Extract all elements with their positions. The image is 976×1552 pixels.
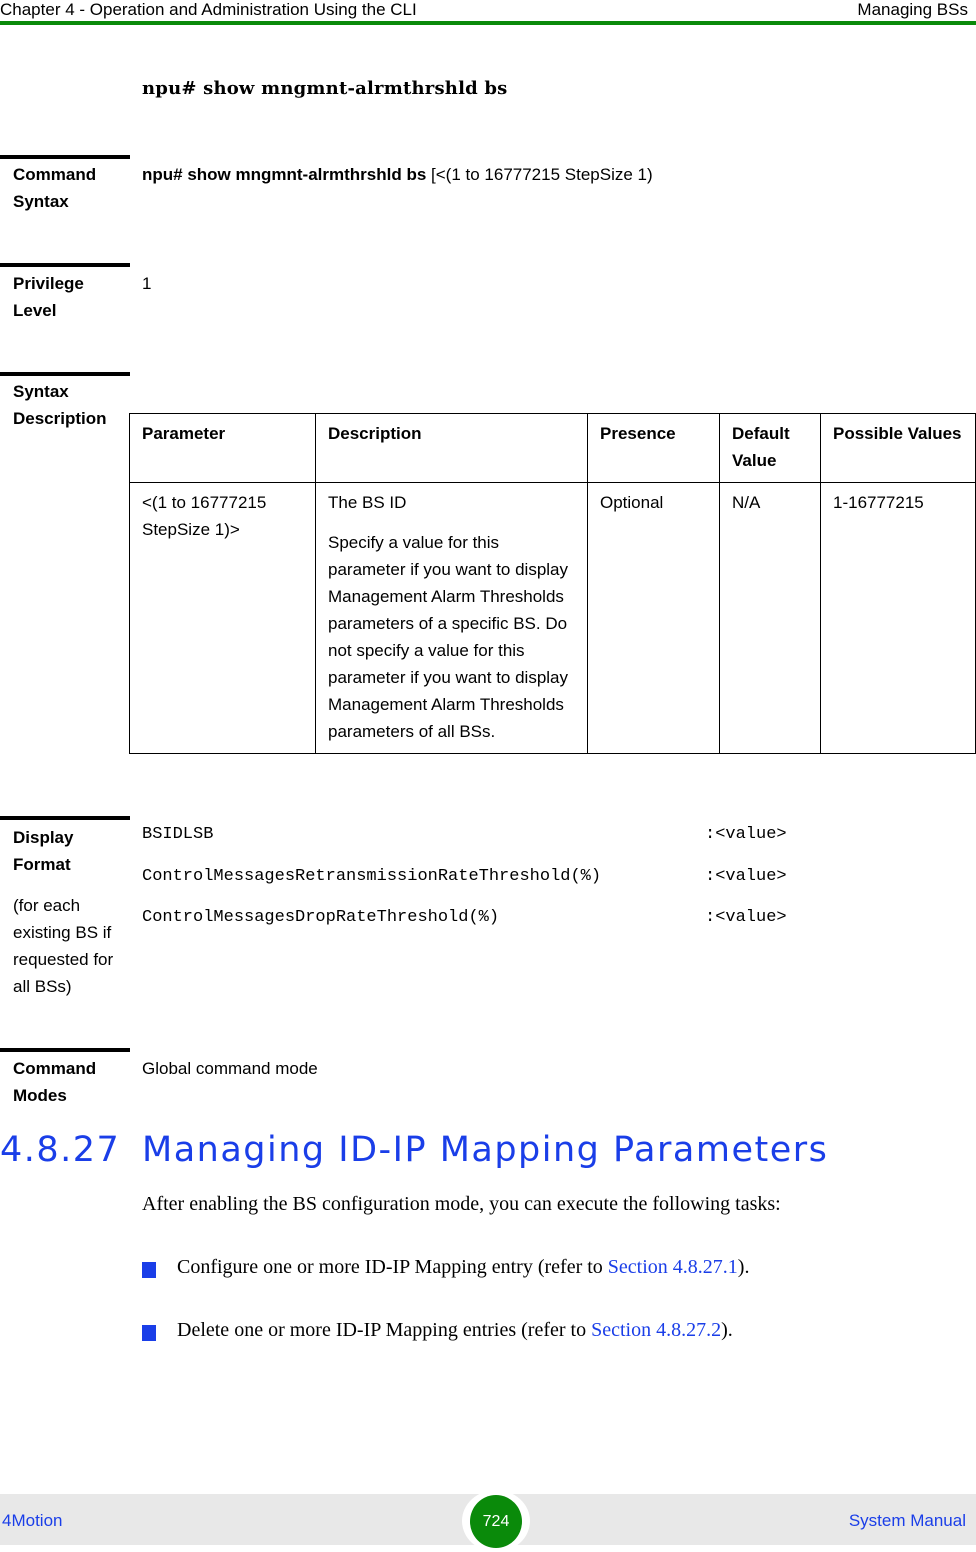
header-divider bbox=[0, 21, 976, 25]
command-syntax-bold: npu# show mngmnt-alrmthrshld bs bbox=[142, 165, 427, 184]
command-syntax-label: Command Syntax bbox=[13, 161, 123, 215]
bullet-item: Configure one or more ID-IP Mapping entr… bbox=[177, 1256, 749, 1279]
label-line: Syntax bbox=[13, 192, 69, 211]
bullet-text: Delete one or more ID-IP Mapping entries… bbox=[177, 1319, 592, 1341]
command-modes-rule bbox=[0, 1048, 130, 1052]
display-format-sublabel: (for each existing BS if requested for a… bbox=[13, 896, 114, 996]
syntax-description-rule bbox=[0, 372, 130, 376]
bullet-text: ). bbox=[737, 1256, 750, 1278]
command-syntax-value: npu# show mngmnt-alrmthrshld bs [<(1 to … bbox=[142, 161, 653, 188]
label-line: Command bbox=[13, 1059, 97, 1078]
cell-possible-values: 1-16777215 bbox=[820, 482, 976, 754]
privilege-level-value: 1 bbox=[142, 274, 152, 293]
bullet-square-icon bbox=[142, 1262, 156, 1278]
column-header-description: Description bbox=[315, 413, 588, 483]
section-number: 4.8.27 bbox=[0, 1130, 121, 1170]
bullet-text: ). bbox=[721, 1319, 733, 1341]
label-line: Privilege bbox=[13, 274, 84, 293]
footer-product: 4Motion bbox=[2, 1511, 63, 1530]
display-format-value: :<value> bbox=[705, 825, 787, 844]
footer-manual: System Manual bbox=[848, 1511, 966, 1530]
syntax-description-label: Syntax Description bbox=[13, 378, 123, 432]
display-format-line: BSIDLSB :<value> bbox=[142, 825, 802, 852]
cell-presence: Optional bbox=[587, 482, 720, 754]
command-syntax-rule bbox=[0, 155, 130, 159]
section-heading: 4.8.27 Managing ID-IP Mapping Parameters bbox=[0, 1130, 828, 1170]
label-line: Format bbox=[13, 855, 71, 874]
bullet-item: Delete one or more ID-IP Mapping entries… bbox=[177, 1319, 733, 1342]
command-syntax-args: [<(1 to 16777215 StepSize 1) bbox=[426, 165, 653, 184]
column-header-presence: Presence bbox=[587, 413, 720, 483]
column-header-default-value: Default Value bbox=[719, 413, 821, 483]
label-line: Level bbox=[13, 301, 57, 320]
privilege-level-label: Privilege Level bbox=[13, 270, 123, 324]
section-title: Managing ID-IP Mapping Parameters bbox=[142, 1130, 829, 1170]
label-line: Syntax bbox=[13, 382, 69, 401]
header-section: Managing BSs bbox=[857, 0, 968, 19]
display-format-label: Display Format (for each existing BS if … bbox=[13, 824, 117, 1000]
display-format-value: :<value> bbox=[705, 908, 787, 927]
section-link[interactable]: Section 4.8.27.2 bbox=[591, 1319, 721, 1341]
label-line: Modes bbox=[13, 1086, 67, 1105]
label-line: Display bbox=[13, 828, 74, 847]
display-format-key: ControlMessagesDropRateThreshold(%) bbox=[142, 908, 500, 927]
display-format-line: ControlMessagesDropRateThreshold(%) :<va… bbox=[142, 908, 802, 935]
command-modes-value: Global command mode bbox=[142, 1059, 318, 1078]
header-chapter: Chapter 4 - Operation and Administration… bbox=[0, 0, 417, 19]
display-format-value: :<value> bbox=[705, 867, 787, 886]
label-line: Description bbox=[13, 409, 107, 428]
table-header-row: Parameter Description Presence Default V… bbox=[129, 413, 976, 483]
section-intro: After enabling the BS configuration mode… bbox=[142, 1193, 781, 1215]
cell-description: The BS ID Specify a value for this param… bbox=[315, 482, 588, 754]
description-title: The BS ID bbox=[328, 493, 407, 512]
display-format-rule bbox=[0, 816, 130, 820]
display-format-key: ControlMessagesRetransmissionRateThresho… bbox=[142, 867, 602, 886]
syntax-description-table: Parameter Description Presence Default V… bbox=[129, 413, 976, 754]
privilege-level-rule bbox=[0, 263, 130, 267]
display-format-key: BSIDLSB bbox=[142, 825, 214, 844]
column-header-possible-values: Possible Values bbox=[820, 413, 976, 483]
label-line: Command bbox=[13, 165, 97, 184]
cell-default-value: N/A bbox=[719, 482, 821, 754]
display-format-line: ControlMessagesRetransmissionRateThresho… bbox=[142, 867, 802, 894]
bullet-square-icon bbox=[142, 1325, 156, 1341]
table-row: <(1 to 16777215 StepSize 1)> The BS ID S… bbox=[129, 482, 976, 754]
section-link[interactable]: Section 4.8.27.1 bbox=[608, 1256, 738, 1278]
bullet-text: Configure one or more ID-IP Mapping entr… bbox=[177, 1256, 608, 1278]
command-title: npu# show mngmnt-alrmthrshld bs bbox=[142, 78, 508, 99]
page-number-badge: 724 bbox=[470, 1495, 522, 1548]
description-body: Specify a value for this parameter if yo… bbox=[328, 533, 569, 741]
cell-parameter: <(1 to 16777215 StepSize 1)> bbox=[129, 482, 316, 754]
column-header-parameter: Parameter bbox=[129, 413, 316, 483]
command-modes-label: Command Modes bbox=[13, 1055, 123, 1109]
